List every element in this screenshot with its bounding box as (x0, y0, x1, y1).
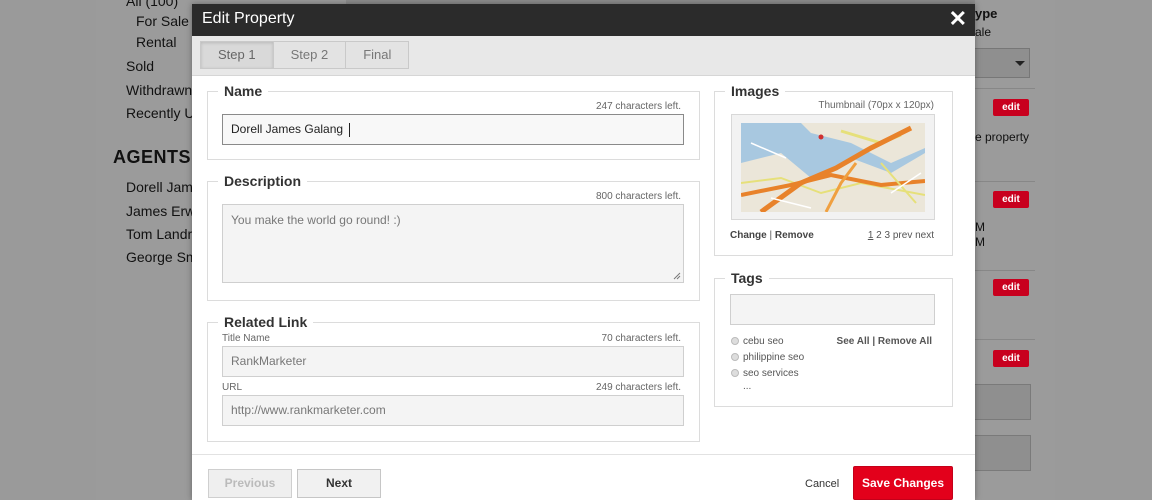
tag-item[interactable]: seo services (731, 368, 799, 379)
agent-item: Tom Landr (126, 226, 193, 242)
name-legend: Name (218, 83, 269, 99)
tab-final[interactable]: Final (345, 41, 410, 69)
tag-actions: See All | Remove All (837, 336, 932, 347)
edit-button: edit (993, 99, 1029, 116)
tag-label: philippine seo (743, 352, 805, 363)
tags-legend: Tags (725, 270, 769, 286)
text-caret (349, 122, 351, 137)
tab-step-1[interactable]: Step 1 (200, 41, 274, 69)
cancel-link[interactable]: Cancel (805, 478, 839, 490)
image-actions: Change | Remove (730, 230, 814, 241)
description-textarea[interactable]: You make the world go round! :) (222, 204, 684, 283)
description-section: Description 800 characters left. You mak… (207, 173, 700, 301)
edit-property-modal: Edit Property ✕ Step 1 Step 2 Final Name… (192, 4, 975, 500)
filter-withdrawn: Withdrawn (126, 82, 193, 98)
filter-recently: Recently U (126, 105, 195, 121)
tags-more: ... (743, 381, 752, 392)
url-input[interactable]: http://www.rankmarketer.com (222, 395, 684, 426)
divider (975, 181, 1035, 182)
agent-item: James Erw (126, 203, 196, 219)
name-input[interactable]: Dorell James Galang (222, 114, 684, 145)
see-all-link[interactable]: See All (837, 336, 870, 347)
url-char-count: 249 characters left. (595, 382, 681, 393)
thumbnail-hint: Thumbnail (70px x 120px) (818, 100, 934, 111)
separator: | (872, 336, 876, 347)
background-box (975, 435, 1031, 471)
agent-item: Dorell Jam (126, 179, 193, 195)
page-link-3[interactable]: 3 (885, 230, 891, 241)
title-name-placeholder: RankMarketer (231, 354, 307, 368)
divider (975, 339, 1035, 340)
divider (975, 270, 1035, 271)
title-name-input[interactable]: RankMarketer (222, 346, 684, 377)
images-legend: Images (725, 83, 786, 99)
modal-title: Edit Property (202, 10, 295, 27)
background-right-panel: ype ale edit e property edit M M edit ed… (975, 0, 1055, 500)
divider (975, 88, 1035, 89)
prev-link[interactable]: prev (893, 230, 912, 241)
sale-text: ale (975, 25, 992, 39)
resize-handle-icon[interactable] (673, 272, 681, 280)
tag-label: seo services (743, 368, 799, 379)
name-value: Dorell James Galang (231, 122, 344, 136)
m-text: M (975, 235, 985, 249)
tag-bullet-icon (731, 369, 739, 377)
steps-bar: Step 1 Step 2 Final (192, 36, 975, 76)
edit-button: edit (993, 350, 1029, 367)
description-legend: Description (218, 173, 308, 189)
related-link-section: Related Link Title Name 70 characters le… (207, 314, 700, 442)
modal-footer: Previous Next Cancel Save Changes (192, 454, 975, 500)
name-section: Name 247 characters left. Dorell James G… (207, 83, 700, 160)
agents-heading: AGENTS (113, 147, 192, 167)
images-section: Images Thumbnail (70px x 120px) Change |… (714, 83, 953, 256)
filter-for-sale: For Sale (136, 13, 189, 29)
tag-item[interactable]: philippine seo (731, 352, 804, 363)
agent-item: George Sm (126, 249, 198, 265)
remove-image-link[interactable]: Remove (775, 230, 814, 241)
property-text: e property (975, 130, 1030, 144)
next-link[interactable]: next (915, 230, 934, 241)
tag-bullet-icon (731, 353, 739, 361)
separator: | (769, 230, 773, 241)
page-link-2[interactable]: 2 (876, 230, 882, 241)
edit-button: edit (993, 279, 1029, 296)
next-button[interactable]: Next (297, 469, 381, 498)
filter-rental: Rental (136, 34, 177, 50)
remove-all-link[interactable]: Remove All (878, 336, 932, 347)
description-placeholder: You make the world go round! :) (231, 213, 401, 227)
type-dropdown (975, 48, 1030, 78)
tab-step-2[interactable]: Step 2 (272, 41, 347, 69)
url-placeholder: http://www.rankmarketer.com (231, 403, 386, 417)
tag-label: cebu seo (743, 336, 784, 347)
name-char-count: 247 characters left. (595, 101, 681, 112)
filter-sold: Sold (126, 58, 155, 74)
step-tabs: Step 1 Step 2 Final (200, 41, 410, 69)
background-box (975, 384, 1031, 420)
url-label: URL (222, 382, 243, 393)
description-char-count: 800 characters left. (595, 191, 681, 202)
m-text: M (975, 220, 985, 234)
page-link-1[interactable]: 1 (868, 230, 874, 241)
background-margin (1055, 0, 1152, 500)
filter-all: All (100) (126, 0, 179, 9)
chevron-down-icon (1015, 61, 1025, 66)
save-changes-button[interactable]: Save Changes (853, 466, 953, 500)
type-heading: ype (975, 6, 998, 21)
image-thumbnail[interactable] (731, 114, 935, 220)
title-char-count: 70 characters left. (601, 333, 681, 344)
tag-item[interactable]: cebu seo (731, 336, 784, 347)
map-thumbnail-image (741, 123, 925, 212)
tags-section: Tags cebu seo philippine seo seo service… (714, 270, 953, 407)
tag-input[interactable] (730, 294, 935, 325)
edit-button: edit (993, 191, 1029, 208)
close-icon[interactable]: ✕ (949, 7, 967, 31)
title-name-label: Title Name (222, 333, 270, 344)
change-image-link[interactable]: Change (730, 230, 767, 241)
previous-button[interactable]: Previous (208, 469, 292, 498)
image-pager: 1 2 3 prev next (868, 230, 934, 241)
related-link-legend: Related Link (218, 314, 314, 330)
tag-bullet-icon (731, 337, 739, 345)
modal-titlebar: Edit Property ✕ (192, 4, 975, 36)
